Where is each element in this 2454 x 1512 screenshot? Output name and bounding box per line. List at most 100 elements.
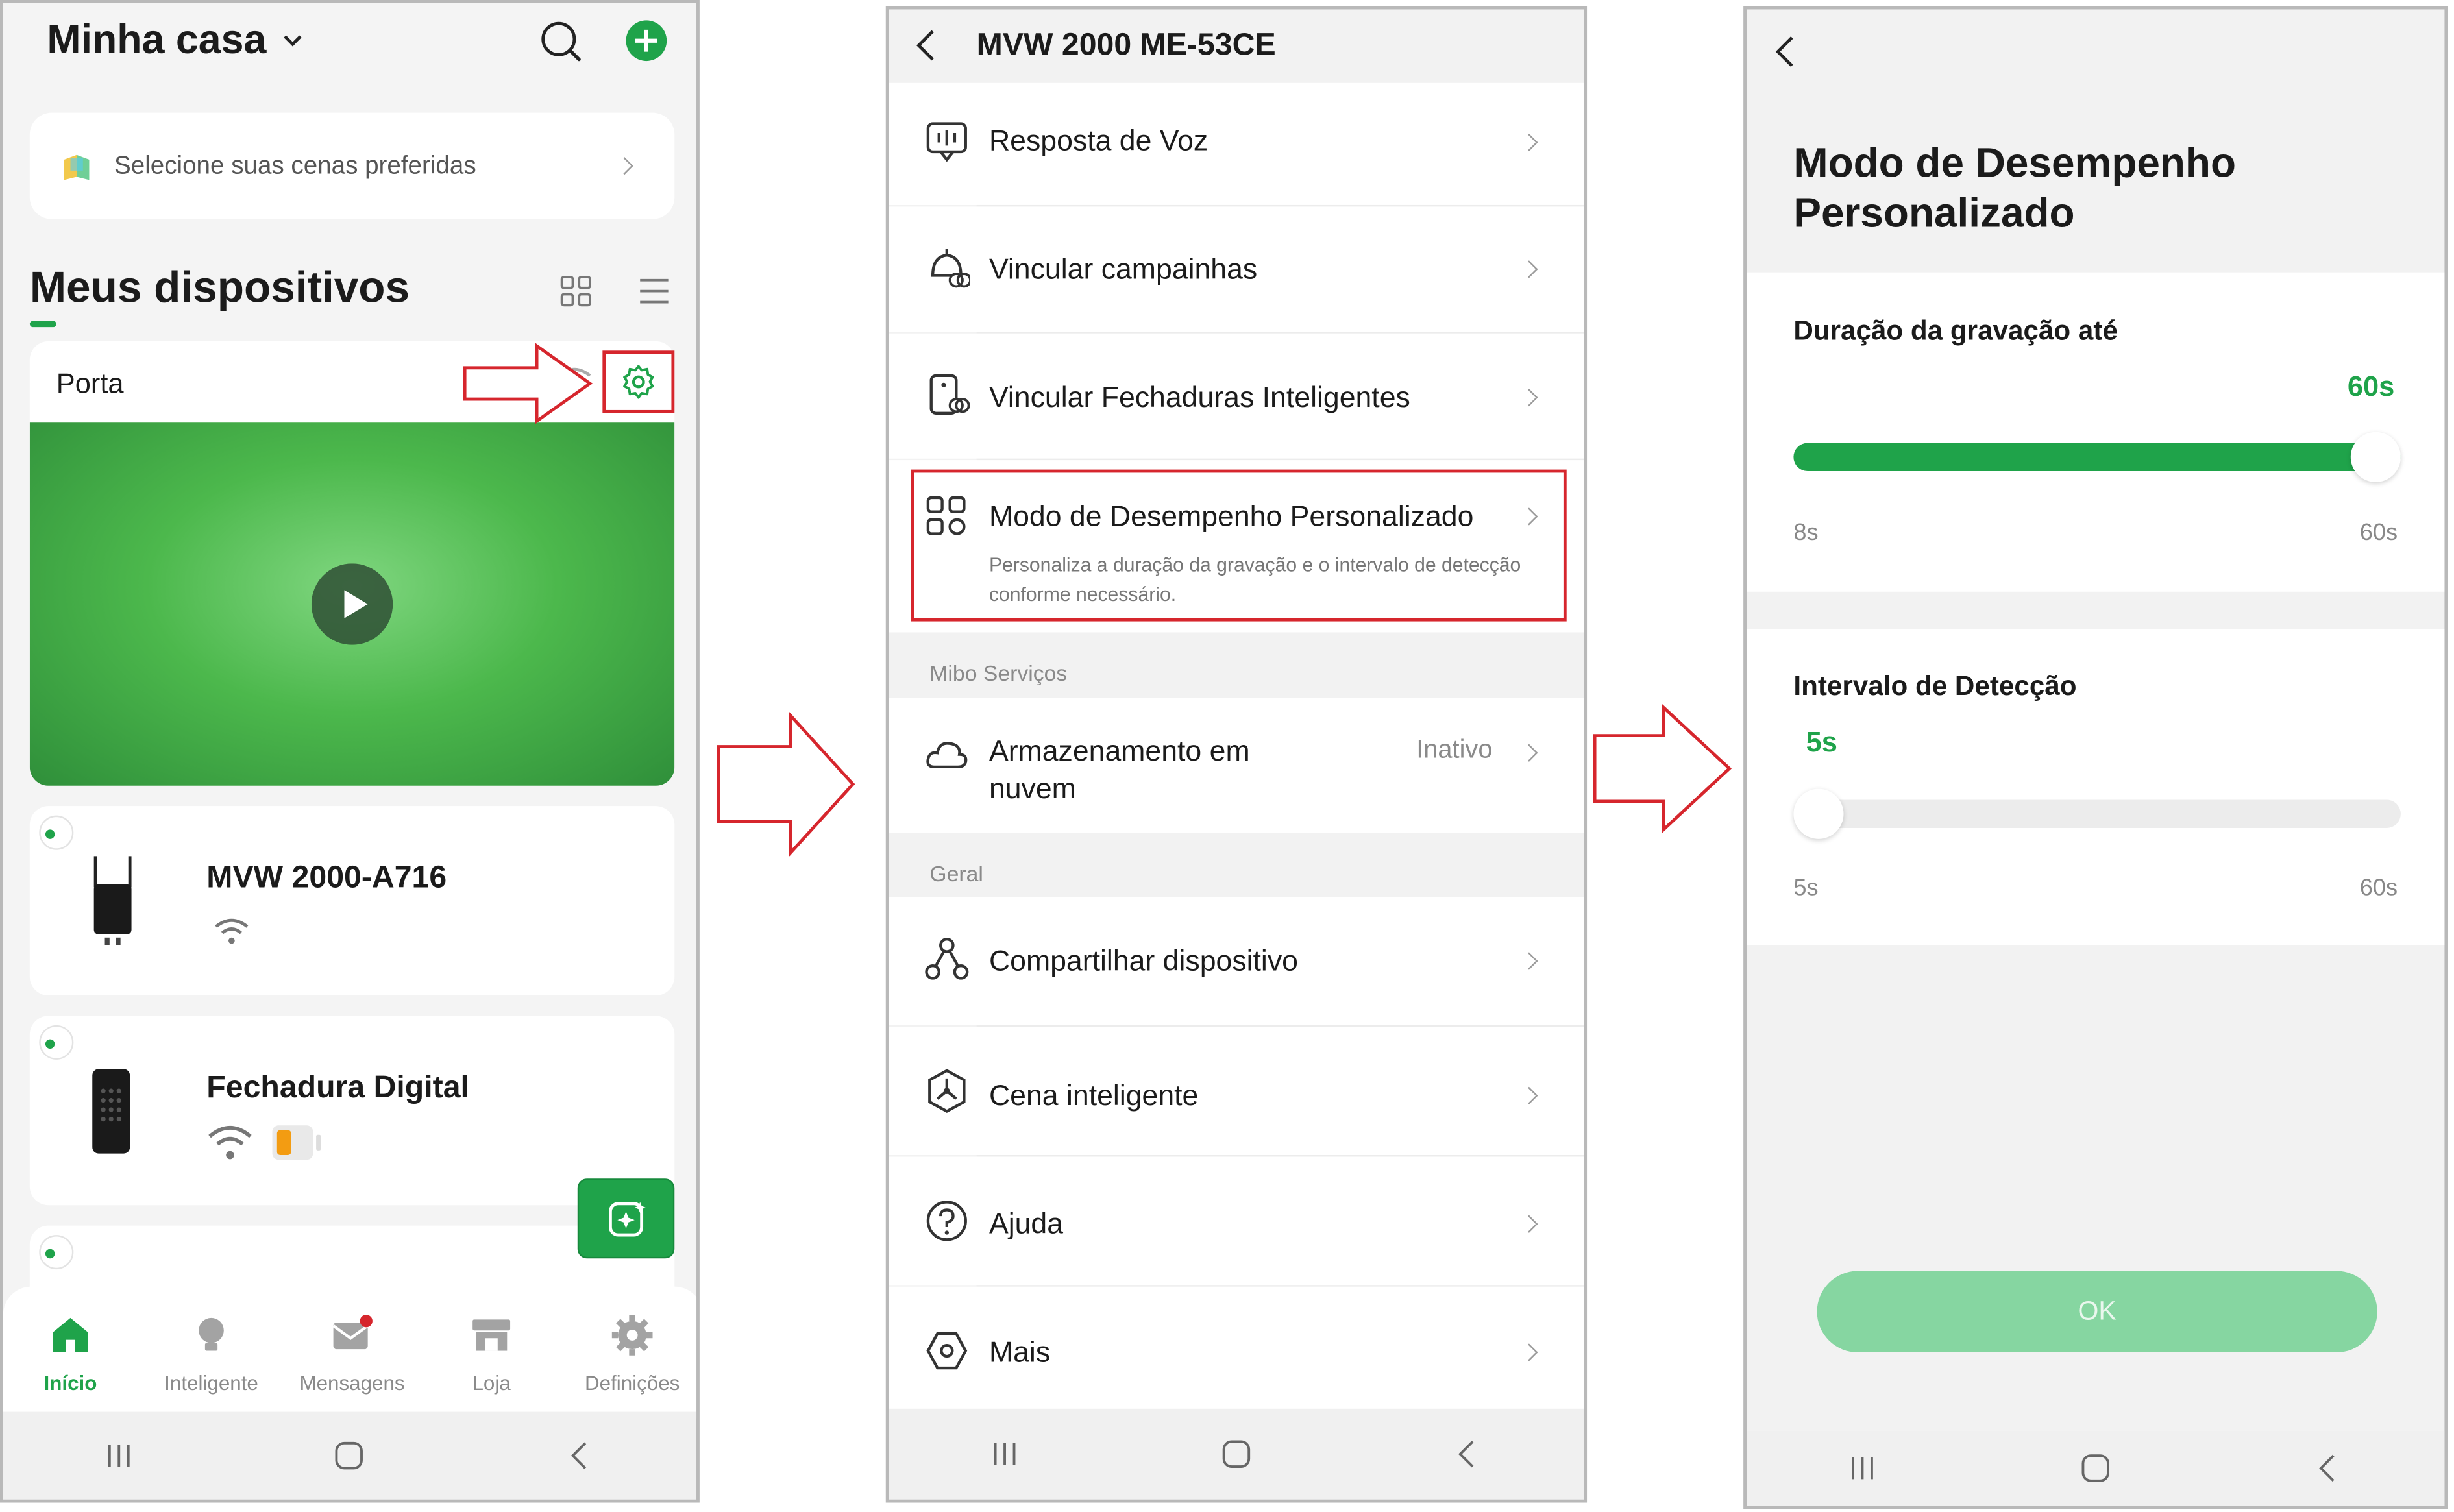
heading-underline bbox=[29, 321, 56, 328]
chevron-right-icon bbox=[1520, 744, 1538, 762]
recent-apps-icon[interactable] bbox=[1846, 1451, 1880, 1485]
tab-loja[interactable]: Loja bbox=[421, 1311, 562, 1395]
recording-duration-value: 60s bbox=[2347, 371, 2395, 402]
home-button-icon[interactable] bbox=[2078, 1451, 2113, 1485]
back-icon[interactable] bbox=[563, 1439, 598, 1473]
detection-interval-section: Intervalo de Detecção 5s 5s 60s bbox=[1747, 629, 2445, 945]
select-dot-icon[interactable] bbox=[39, 815, 74, 850]
menu-item-cena-inteligente[interactable]: Cena inteligente bbox=[889, 1027, 1584, 1156]
cloud-status: Inativo bbox=[1416, 735, 1493, 764]
chevron-right-icon bbox=[1520, 389, 1538, 407]
tab-bar: Início Inteligente Mensagens Loja Defini… bbox=[3, 1286, 697, 1419]
tab-inteligente[interactable]: Inteligente bbox=[141, 1311, 282, 1395]
devices-heading: Meus dispositivos bbox=[29, 263, 410, 311]
tab-definicoes[interactable]: Definições bbox=[562, 1311, 696, 1395]
sparkle-icon bbox=[608, 1202, 646, 1237]
recording-duration-slider[interactable] bbox=[1793, 432, 2401, 482]
lock-link-icon bbox=[929, 374, 970, 415]
menu-item-ajuda[interactable]: Ajuda bbox=[889, 1156, 1584, 1286]
slider-track bbox=[1793, 799, 2401, 828]
slider-thumb[interactable] bbox=[2350, 432, 2401, 482]
back-arrow-icon[interactable] bbox=[911, 28, 942, 62]
home-screen: Minha casa Selecione suas cenas preferid… bbox=[0, 0, 700, 1503]
chevron-right-icon bbox=[1520, 952, 1538, 970]
flow-arrow-icon bbox=[1593, 704, 1732, 833]
floating-assistant-button[interactable] bbox=[577, 1178, 675, 1259]
store-icon bbox=[472, 1319, 511, 1351]
grid-view-icon[interactable] bbox=[559, 274, 593, 308]
menu-item-compartilhar[interactable]: Compartilhar dispositivo bbox=[889, 897, 1584, 1025]
system-nav-bar bbox=[3, 1411, 697, 1500]
device-settings-screen: MVW 2000 ME-53CE Resposta de Voz Vincula… bbox=[885, 6, 1588, 1503]
camera-name: Porta bbox=[56, 367, 124, 400]
back-arrow-icon[interactable] bbox=[1772, 34, 1800, 69]
slider-min-label: 8s bbox=[1793, 519, 1819, 546]
doorbell-link-icon bbox=[931, 249, 971, 288]
tab-inicio[interactable]: Início bbox=[3, 1311, 141, 1395]
tab-mensagens[interactable]: Mensagens bbox=[282, 1311, 423, 1395]
slider-max-label: 60s bbox=[2359, 875, 2398, 902]
camera-preview[interactable] bbox=[29, 422, 675, 786]
gear-icon bbox=[611, 1315, 653, 1356]
chevron-down-icon bbox=[284, 29, 302, 47]
menu-item-armazenamento-nuvem[interactable]: Armazenamento em nuvem Inativo bbox=[889, 698, 1584, 833]
repeater-device-icon bbox=[93, 856, 132, 945]
recording-duration-label: Duração da gravação até bbox=[1793, 314, 2118, 347]
back-icon[interactable] bbox=[2311, 1451, 2346, 1485]
pointer-arrow-icon bbox=[463, 343, 593, 424]
scenes-banner-label: Selecione suas cenas preferidas bbox=[114, 153, 476, 180]
menu-item-vincular-campainhas[interactable]: Vincular campainhas bbox=[889, 206, 1584, 332]
recording-duration-section: Duração da gravação até 60s 8s 60s bbox=[1747, 272, 2445, 592]
help-icon bbox=[926, 1201, 967, 1241]
slider-max-label: 60s bbox=[2359, 519, 2398, 546]
smart-scene-icon bbox=[928, 1069, 966, 1113]
select-dot-icon[interactable] bbox=[39, 1025, 74, 1060]
wifi-icon bbox=[208, 1126, 252, 1160]
chevron-right-icon bbox=[1520, 1215, 1538, 1233]
home-button-icon[interactable] bbox=[1219, 1437, 1253, 1471]
highlight-box bbox=[911, 469, 1567, 622]
home-title[interactable]: Minha casa bbox=[47, 16, 302, 64]
system-nav-bar bbox=[889, 1408, 1584, 1500]
detection-interval-slider[interactable] bbox=[1793, 788, 2401, 839]
search-icon[interactable] bbox=[538, 19, 582, 63]
device-card[interactable]: MVW 2000-A716 bbox=[29, 806, 675, 996]
ok-button[interactable]: OK bbox=[1817, 1271, 2377, 1352]
voice-response-icon bbox=[926, 122, 967, 162]
add-icon[interactable] bbox=[624, 19, 669, 63]
battery-icon bbox=[272, 1125, 321, 1160]
performance-mode-screen: Modo de Desempenho Personalizado Duração… bbox=[1743, 6, 2448, 1509]
back-icon[interactable] bbox=[1451, 1437, 1485, 1471]
slider-min-label: 5s bbox=[1793, 875, 1819, 902]
mail-icon bbox=[332, 1315, 373, 1350]
slider-thumb[interactable] bbox=[1793, 788, 1844, 839]
menu-item-resposta-de-voz[interactable]: Resposta de Voz bbox=[889, 82, 1584, 205]
more-icon bbox=[926, 1332, 968, 1370]
menu-item-vincular-fechaduras[interactable]: Vincular Fechaduras Inteligentes bbox=[889, 333, 1584, 459]
scenes-banner[interactable]: Selecione suas cenas preferidas bbox=[29, 112, 675, 219]
smart-lock-device-icon bbox=[92, 1069, 130, 1154]
recent-apps-icon[interactable] bbox=[101, 1439, 136, 1473]
scenes-icon bbox=[64, 154, 90, 180]
device-card[interactable]: Fechadura Digital bbox=[29, 1016, 675, 1206]
chevron-right-icon bbox=[615, 157, 633, 175]
section-label-services: Mibo Serviços bbox=[929, 660, 1068, 686]
device-name: MVW 2000-A716 bbox=[206, 860, 447, 896]
flow-arrow-icon bbox=[717, 712, 855, 857]
page-title: MVW 2000 ME-53CE bbox=[976, 28, 1276, 63]
cloud-icon bbox=[926, 742, 968, 769]
chevron-right-icon bbox=[1520, 1343, 1538, 1361]
gear-icon[interactable] bbox=[621, 365, 656, 399]
detection-interval-value: 5s bbox=[1806, 726, 1837, 758]
menu-item-mais[interactable]: Mais bbox=[889, 1286, 1584, 1415]
system-nav-bar bbox=[1747, 1430, 2445, 1506]
section-label-general: Geral bbox=[929, 860, 983, 886]
select-dot-icon[interactable] bbox=[39, 1235, 74, 1270]
recent-apps-icon[interactable] bbox=[988, 1437, 1022, 1471]
list-view-icon[interactable] bbox=[637, 274, 671, 308]
slider-fill bbox=[1793, 443, 2401, 472]
play-icon[interactable] bbox=[311, 563, 393, 645]
home-button-icon[interactable] bbox=[332, 1439, 367, 1473]
chevron-right-icon bbox=[1520, 1086, 1538, 1105]
home-icon bbox=[53, 1317, 88, 1352]
